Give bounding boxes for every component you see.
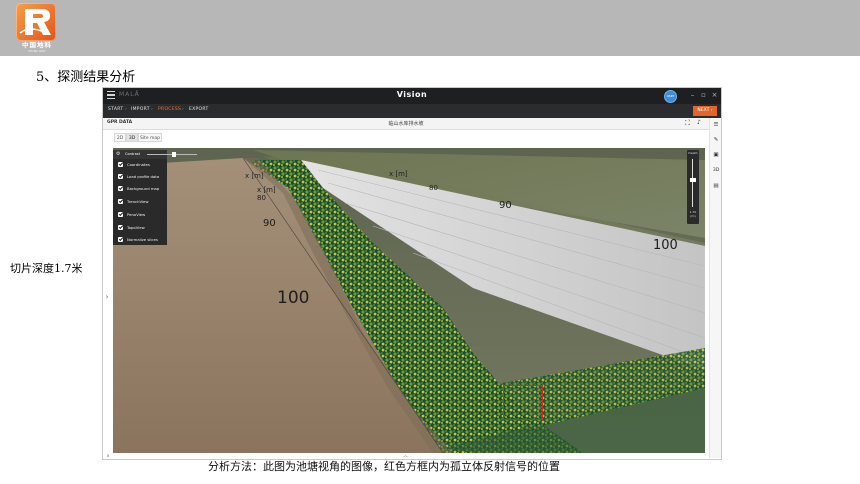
- step-process[interactable]: PROCESS: [158, 107, 181, 112]
- step-start[interactable]: START: [108, 107, 123, 112]
- axis-label-small: x [m]: [389, 170, 408, 178]
- checkbox[interactable]: [118, 174, 123, 179]
- option-label: Background map: [127, 186, 160, 191]
- distance-label-100-left: 100: [277, 288, 310, 308]
- company-logo: [16, 3, 56, 41]
- option-trenchview[interactable]: TrenchView: [118, 198, 168, 207]
- option-label: Coordinates: [127, 162, 150, 167]
- 3d-view-icon[interactable]: 3D: [710, 168, 721, 173]
- tab-3d[interactable]: 3D: [126, 133, 138, 142]
- right-toolbar: ☰ ✎ ▣ 3D ▤: [709, 118, 721, 458]
- next-label: NEXT: [697, 108, 710, 113]
- checkbox[interactable]: [118, 212, 123, 217]
- logo-text: 中国地科: [22, 41, 52, 49]
- option-load-profile-data[interactable]: Load profile data: [118, 173, 168, 182]
- step-arrow-icon: ›: [182, 107, 184, 112]
- project-name: 临山水库排水坡: [388, 121, 424, 127]
- checkbox[interactable]: [118, 186, 123, 191]
- contrast-slider-handle[interactable]: [172, 152, 176, 157]
- section-title: 5、探测结果分析: [36, 70, 136, 85]
- option-penoview[interactable]: PenoView: [118, 211, 168, 220]
- tab-2d[interactable]: 2D: [114, 133, 126, 142]
- depth-slider-track[interactable]: [692, 159, 693, 207]
- close-icon[interactable]: ×: [711, 92, 718, 99]
- data-header-bar: GPR DATA 临山水库排水坡 ⛶ ♪: [103, 118, 709, 130]
- axis-label-small: x [m]: [257, 186, 276, 194]
- user-avatar[interactable]: user: [664, 90, 677, 103]
- expand-left-icon[interactable]: ›: [103, 293, 111, 301]
- depth-slider-panel: Depth 1.70 (m): [687, 150, 699, 224]
- minimize-icon[interactable]: –: [689, 92, 696, 99]
- workflow-steps: START › IMPORT › PROCESS › EXPORT NEXT ›: [103, 104, 721, 118]
- slide-caption: 分析方法：此图为池塘视角的图像，红色方框内为孤立体反射信号的位置: [208, 460, 560, 473]
- logo-mark-icon: [19, 9, 51, 35]
- next-button[interactable]: NEXT ›: [693, 106, 717, 116]
- slice-depth-note: 切片深度1.7米: [10, 262, 83, 275]
- save-icon[interactable]: ▤: [710, 183, 721, 189]
- depth-slider-handle[interactable]: [690, 178, 696, 182]
- checkbox[interactable]: [118, 237, 123, 242]
- layer-options-panel: ⚙ Contrast Coordinates Load profile data…: [113, 150, 167, 245]
- scene-graphic: [113, 148, 705, 453]
- slide-header-band: [0, 0, 860, 56]
- checkbox[interactable]: [118, 225, 123, 230]
- distance-label-80-right: 80: [429, 184, 438, 192]
- image-icon[interactable]: ▣: [710, 152, 721, 158]
- distance-label-100-right: 100: [653, 238, 678, 253]
- app-window: MALÅ Vision user – ▫ × START › IMPORT › …: [102, 87, 722, 460]
- option-background-map[interactable]: Background map: [118, 185, 168, 194]
- option-label: PenoView: [127, 212, 146, 217]
- gpr-3d-viewport[interactable]: x [m] x [m] x [m] 80 80 90 90 100 100: [113, 148, 705, 453]
- axis-label-small: x [m]: [245, 172, 264, 180]
- option-label: Normalize slices: [127, 237, 158, 242]
- option-coordinates[interactable]: Coordinates: [118, 161, 168, 170]
- option-label: TrenchView: [127, 199, 149, 204]
- option-normalize-slices[interactable]: Normalize slices: [118, 236, 168, 245]
- step-arrow-icon: ›: [151, 107, 153, 112]
- maximize-icon[interactable]: ▫: [700, 92, 707, 99]
- title-bar: MALÅ Vision user – ▫ ×: [103, 88, 721, 104]
- step-import[interactable]: IMPORT: [131, 107, 150, 112]
- depth-value: 1.70 (m): [689, 210, 697, 218]
- depth-label: Depth: [688, 151, 698, 155]
- distance-label-80-left: 80: [257, 194, 266, 202]
- step-arrow-icon: ›: [125, 107, 127, 112]
- gear-icon[interactable]: ⚙: [116, 151, 120, 157]
- status-x: x: [107, 453, 110, 458]
- checkbox[interactable]: [118, 162, 123, 167]
- bell-icon[interactable]: ♪: [697, 119, 701, 127]
- option-label: TopoView: [127, 225, 145, 230]
- step-export[interactable]: EXPORT: [189, 107, 209, 112]
- tab-site-map[interactable]: Site map: [138, 133, 162, 142]
- pin-icon[interactable]: ✎: [710, 137, 721, 143]
- distance-label-90-left: 90: [263, 218, 276, 229]
- app-title: Vision: [396, 90, 428, 99]
- contrast-label: Contrast: [125, 152, 140, 156]
- distance-label-90-right: 90: [499, 200, 512, 211]
- checkbox[interactable]: [118, 199, 123, 204]
- fullscreen-icon[interactable]: ⛶: [685, 119, 690, 127]
- list-icon[interactable]: ☰: [710, 122, 721, 128]
- option-topoview[interactable]: TopoView: [118, 224, 168, 233]
- logo-subtext: CHINA GEO: [28, 50, 46, 53]
- option-label: Load profile data: [127, 174, 160, 179]
- anomaly-marker-box: [503, 385, 543, 420]
